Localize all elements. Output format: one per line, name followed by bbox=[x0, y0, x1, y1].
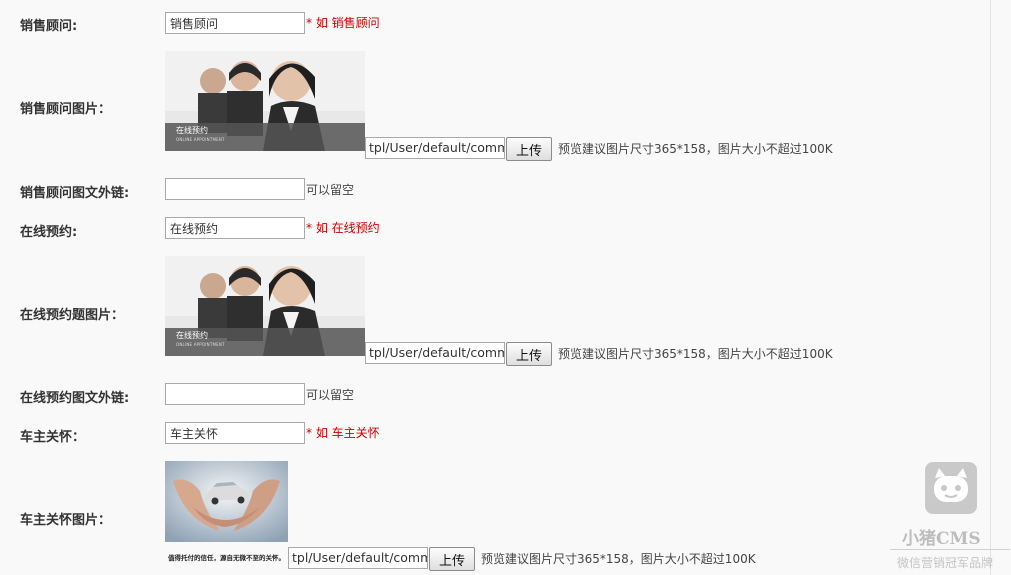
online-booking-link-hint: 可以留空 bbox=[306, 388, 355, 402]
online-booking-hint: * 如 在线预约 bbox=[306, 221, 380, 235]
watermark-logo: 小猪CMS 微信营销冠军品牌 bbox=[890, 460, 1010, 575]
pig-logo-icon bbox=[925, 462, 977, 514]
online-booking-label: 在线预约: bbox=[20, 225, 78, 240]
online-booking-preview-image: 在线预约 ONLINE APPOINTMENT bbox=[165, 256, 365, 356]
online-booking-input[interactable] bbox=[165, 217, 305, 239]
sales-advisor-link-hint: 可以留空 bbox=[306, 183, 355, 197]
online-booking-upload-button[interactable]: 上传 bbox=[506, 342, 552, 366]
sales-advisor-image-note: 预览建议图片尺寸365*158，图片大小不超过100K bbox=[558, 142, 833, 156]
online-booking-link-input[interactable] bbox=[165, 383, 305, 405]
online-booking-overlay-sub: ONLINE APPOINTMENT bbox=[176, 342, 225, 347]
owner-care-upload-button[interactable]: 上传 bbox=[429, 547, 475, 571]
online-booking-overlay-text: 在线预约 bbox=[176, 331, 208, 340]
owner-care-label: 车主关怀： bbox=[20, 430, 86, 445]
owner-care-preview-image bbox=[165, 461, 288, 542]
watermark-divider bbox=[890, 549, 1010, 550]
watermark-slogan: 微信营销冠军品牌 bbox=[897, 556, 994, 570]
online-booking-link-label: 在线预约图文外链: bbox=[20, 391, 130, 406]
owner-care-hint: * 如 车主关怀 bbox=[306, 426, 380, 440]
sales-advisor-overlay-text: 在线预约 bbox=[176, 126, 208, 135]
sales-advisor-hint: * 如 销售顾问 bbox=[306, 16, 380, 30]
sales-advisor-overlay-sub: ONLINE APPOINTMENT bbox=[176, 137, 225, 142]
online-booking-image-note: 预览建议图片尺寸365*158，图片大小不超过100K bbox=[558, 347, 833, 361]
owner-care-image-label: 车主关怀图片： bbox=[20, 513, 112, 528]
sales-advisor-link-input[interactable] bbox=[165, 178, 305, 200]
sales-advisor-image-label: 销售顾问图片： bbox=[20, 102, 112, 117]
watermark-brand-name: 小猪CMS bbox=[902, 529, 981, 549]
sales-advisor-preview-image: 在线预约 ONLINE APPOINTMENT bbox=[165, 51, 365, 151]
owner-care-image-caption: 值得托付的信任，源自无微不至的关怀。 bbox=[168, 554, 285, 562]
sales-advisor-label: 销售顾问: bbox=[20, 19, 78, 34]
sales-advisor-image-path[interactable]: tpl/User/default/common/images/ bbox=[365, 137, 505, 159]
sales-advisor-link-label: 销售顾问图文外链: bbox=[20, 186, 130, 201]
owner-care-image-path[interactable]: tpl/User/default/common/images/ bbox=[288, 547, 428, 569]
sales-advisor-upload-button[interactable]: 上传 bbox=[506, 137, 552, 161]
owner-care-input[interactable] bbox=[165, 422, 305, 444]
sales-advisor-input[interactable] bbox=[165, 12, 305, 34]
owner-care-image-note: 预览建议图片尺寸365*158，图片大小不超过100K bbox=[481, 552, 756, 566]
online-booking-image-path[interactable]: tpl/User/default/common/images/ bbox=[365, 342, 505, 364]
online-booking-image-label: 在线预约题图片： bbox=[20, 308, 125, 323]
